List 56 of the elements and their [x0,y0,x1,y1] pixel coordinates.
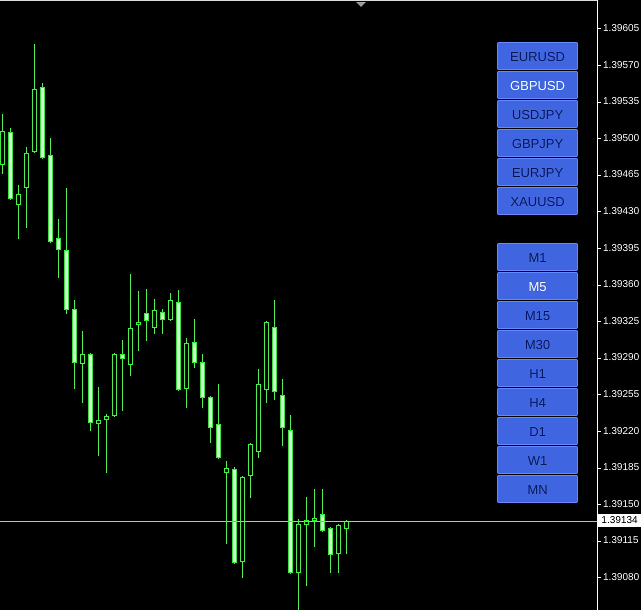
price-label: 1.39290 [603,353,640,364]
bullish-candle [96,386,101,456]
bearish-candle [192,318,197,368]
price-label: 1.39395 [603,244,640,254]
timeframe-button[interactable]: M5 [497,272,578,300]
price-label: 1.39220 [603,426,640,437]
shift-marker-icon[interactable] [356,2,366,7]
price-label: 1.39115 [603,536,638,546]
symbol-button[interactable]: XAUUSD [497,187,578,215]
timeframe-button[interactable]: MN [497,475,578,503]
bullish-candle [136,290,141,352]
timeframe-button[interactable]: M15 [497,301,578,329]
timeframe-button[interactable]: H1 [497,359,578,387]
price-label: 1.39430 [603,206,640,217]
price-label: 1.39185 [603,463,640,474]
timeframe-button[interactable]: W1 [497,446,578,474]
bullish-candle [112,352,117,418]
bearish-candle [56,218,61,278]
bearish-candle [320,488,325,532]
symbol-button[interactable]: EURUSD [497,42,578,70]
symbol-button[interactable]: GBPJPY [497,129,578,157]
bearish-candle [208,396,213,444]
price-label: 1.39535 [603,97,640,108]
bullish-candle [152,298,157,334]
price-label: 1.39080 [603,572,640,583]
bearish-candle [328,526,333,574]
bullish-candle [168,292,173,322]
bearish-candle [160,308,165,334]
symbol-button[interactable]: USDJPY [497,100,578,128]
price-label: 1.39150 [603,500,640,510]
bullish-candle [248,442,253,498]
bullish-candle [184,338,189,408]
bullish-candle [336,524,341,574]
bearish-candle [200,354,205,408]
current-price-label: 1.39134 [598,514,641,527]
price-label: 1.39570 [603,60,640,71]
bearish-candle [280,378,285,446]
timeframe-button[interactable]: M30 [497,330,578,358]
timeframe-button[interactable]: D1 [497,417,578,445]
price-label: 1.39360 [603,280,640,290]
bearish-candle [120,340,125,412]
symbol-button[interactable]: GBPUSD [497,71,578,99]
price-label: 1.39500 [603,134,640,144]
bullish-candle [344,520,349,554]
bullish-candle [104,414,109,474]
bullish-candle [16,184,21,240]
bullish-candle [312,488,317,548]
bearish-candle [144,288,149,342]
bullish-candle [0,114,5,174]
price-label: 1.39605 [603,24,640,34]
symbol-button[interactable]: EURJPY [497,158,578,186]
timeframe-button[interactable]: H4 [497,388,578,416]
price-label: 1.39325 [603,316,640,327]
timeframe-button[interactable]: M1 [497,243,578,271]
price-label: 1.39465 [603,170,640,180]
price-label: 1.39255 [603,390,640,400]
